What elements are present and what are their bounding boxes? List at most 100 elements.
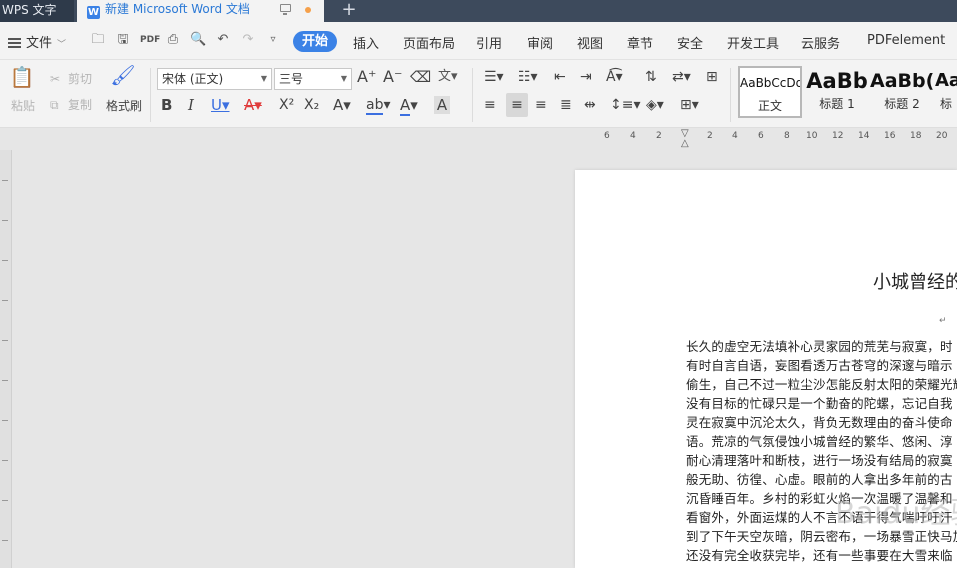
style-normal[interactable]: AaBbCcDd 正文 — [738, 66, 802, 118]
file-menu-label: 文件 — [26, 36, 53, 51]
copy-icon[interactable]: ⧉ — [50, 96, 59, 114]
divider — [730, 68, 731, 122]
underline-icon[interactable]: U▾ — [211, 96, 230, 114]
numbered-list-icon[interactable]: ☷▾ — [518, 68, 538, 86]
clear-format-icon[interactable]: ⌫ — [410, 68, 431, 86]
tab-insert[interactable]: 插入 — [353, 33, 379, 52]
hamburger-icon — [8, 38, 21, 48]
font-size-select[interactable]: 三号 ▼ — [274, 68, 352, 90]
style-heading-3[interactable]: Aa 标 — [935, 66, 957, 118]
phonetic-guide-icon[interactable]: 文▾ — [438, 68, 458, 86]
ruler-tick: 6 — [758, 131, 764, 141]
text-effect-icon[interactable]: A▾ — [333, 96, 351, 114]
align-center-icon[interactable]: ≡ — [506, 93, 528, 117]
ruler-tick: 2 — [656, 131, 662, 141]
unsaved-dot-icon — [305, 7, 311, 13]
horizontal-ruler[interactable]: 6 4 2 ▽ △ 2 4 6 8 10 12 14 16 18 20 — [575, 128, 957, 150]
paste-icon[interactable]: 📋 — [8, 67, 36, 92]
style-heading-1-preview: AaBb — [806, 69, 868, 93]
text-line: 耐心清理落叶和断枝，进行一场没有结局的寂寞 — [686, 453, 953, 468]
tab-chapter[interactable]: 章节 — [627, 33, 653, 52]
sort-icon[interactable]: ⇅ — [645, 68, 657, 86]
style-heading-3-preview: Aa — [935, 70, 957, 91]
file-menu[interactable]: 文件 ﹀ — [8, 32, 66, 51]
copy-button[interactable]: 复制 — [68, 96, 92, 114]
app-tab[interactable]: WPS 文字 — [0, 0, 74, 22]
watermark: Baidu经验 — [835, 496, 957, 531]
document-tab[interactable]: W 新建 Microsoft Word 文档 — [77, 0, 324, 22]
chinese-layout-icon[interactable]: A͡▾ — [606, 68, 623, 86]
tab-review[interactable]: 审阅 — [527, 33, 553, 52]
increase-indent-icon[interactable]: ⇥ — [580, 68, 592, 86]
text-line: 灵在寂寞中沉沦太久，背负无数理由的奋斗使命 — [686, 415, 953, 430]
undo-icon[interactable]: ↶ — [215, 32, 231, 48]
shrink-font-icon[interactable]: A⁻ — [383, 68, 402, 86]
save-icon[interactable]: 🖫 — [115, 32, 131, 48]
style-heading-1[interactable]: AaBb 标题 1 — [805, 66, 869, 118]
ruler-tick: 10 — [806, 131, 818, 141]
tab-page-layout[interactable]: 页面布局 — [403, 33, 455, 52]
paragraph-mark-icon: ↵ — [939, 316, 947, 326]
customize-toolbar-icon[interactable]: ▿ — [265, 32, 281, 48]
text-line: 般无助、彷徨、心虚。眼前的人拿出多年前的古 — [686, 472, 953, 487]
text-line: 偷生，自己不过一粒尘沙怎能反射太阳的荣耀光辉 — [686, 377, 957, 392]
font-color-icon[interactable]: A▾ — [400, 96, 418, 116]
export-pdf-icon[interactable]: PDF — [140, 32, 160, 48]
format-painter-button[interactable]: 格式刷 — [104, 97, 144, 115]
font-name-select[interactable]: 宋体 (正文) ▼ — [157, 68, 272, 90]
divider — [472, 68, 473, 122]
tab-security[interactable]: 安全 — [677, 33, 703, 52]
format-painter-icon[interactable]: 🖌 — [110, 65, 136, 85]
cut-button[interactable]: 剪切 — [68, 70, 92, 88]
subscript-icon[interactable]: X₂ — [304, 96, 319, 114]
tab-developer-tools[interactable]: 开发工具 — [727, 33, 779, 52]
tab-view[interactable]: 视图 — [577, 33, 603, 52]
document-title: 小城曾经的 — [873, 272, 957, 293]
ruler-mark — [2, 260, 8, 261]
cut-icon[interactable]: ✂ — [50, 70, 60, 88]
character-shading-icon[interactable]: A — [434, 96, 450, 114]
ruler-mark — [2, 420, 8, 421]
align-left-icon[interactable]: ≡ — [484, 96, 496, 114]
table-icon[interactable]: ⊞ — [706, 68, 718, 86]
decrease-indent-icon[interactable]: ⇤ — [554, 68, 566, 86]
document-page[interactable]: 小城曾经的 ↵ 长久的虚空无法填补心灵家园的荒芜与寂寞，时 有时自言自语，妄图看… — [575, 170, 957, 568]
grow-font-icon[interactable]: A⁺ — [357, 68, 376, 86]
borders-icon[interactable]: ⊞▾ — [680, 96, 699, 114]
ruler-tick: 18 — [910, 131, 922, 141]
show-hide-marks-icon[interactable]: ⇄▾ — [672, 68, 691, 86]
ruler-mark — [2, 500, 8, 501]
tab-references[interactable]: 引用 — [476, 33, 502, 52]
tab-start[interactable]: 开始 — [293, 31, 337, 52]
superscript-icon[interactable]: X² — [279, 96, 294, 114]
align-right-icon[interactable]: ≡ — [535, 96, 547, 114]
print-preview-icon[interactable]: 🔍 — [190, 32, 206, 48]
text-line: 长久的虚空无法填补心灵家园的荒芜与寂寞，时 — [686, 339, 953, 354]
justify-icon[interactable]: ≣ — [560, 96, 572, 114]
strikethrough-icon[interactable]: A▾ — [244, 96, 262, 114]
ruler-tick: 12 — [832, 131, 844, 141]
redo-icon[interactable]: ↷ — [240, 32, 256, 48]
text-line: 还没有完全收获完毕，还有一些事要在大雪来临 — [686, 548, 953, 563]
ruler-tick: 8 — [784, 131, 790, 141]
print-icon[interactable]: ⎙ — [165, 32, 181, 48]
bold-icon[interactable]: B — [161, 96, 172, 114]
font-size-value: 三号 — [279, 72, 304, 86]
text-line: 有时自言自语，妄图看透万古苍穹的深邃与暗示 — [686, 358, 953, 373]
distributed-align-icon[interactable]: ⇹ — [584, 96, 596, 114]
paste-button[interactable]: 粘贴 — [6, 97, 40, 115]
indent-marker-icon[interactable]: ▽ △ — [681, 129, 689, 149]
new-tab-button[interactable]: + — [338, 0, 360, 22]
style-heading-2[interactable]: AaBb( 标题 2 — [870, 66, 934, 118]
open-folder-icon[interactable]: 🗀 — [90, 32, 106, 48]
tab-pdfelement[interactable]: PDFelement — [867, 33, 945, 48]
italic-icon[interactable]: I — [188, 96, 194, 114]
shading-icon[interactable]: ◈▾ — [646, 96, 664, 114]
vertical-ruler[interactable] — [0, 150, 12, 568]
line-spacing-icon[interactable]: ↕≡▾ — [610, 96, 641, 114]
highlight-color-icon[interactable]: ab▾ — [366, 96, 391, 115]
ruler-mark — [2, 220, 8, 221]
monitor-icon[interactable] — [280, 4, 291, 15]
bullet-list-icon[interactable]: ☰▾ — [484, 68, 504, 86]
tab-cloud-services[interactable]: 云服务 — [801, 33, 840, 52]
